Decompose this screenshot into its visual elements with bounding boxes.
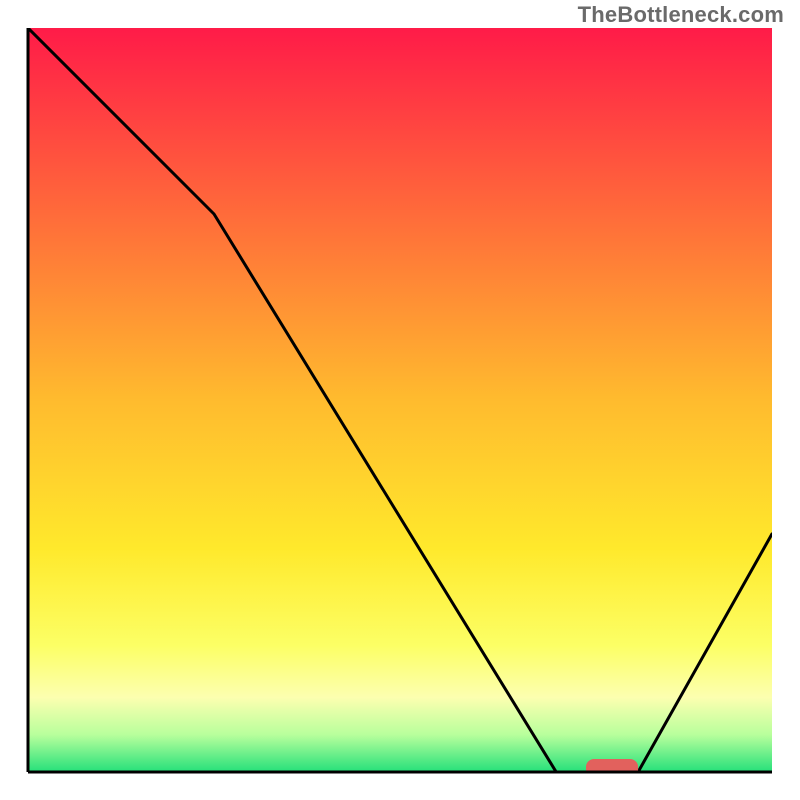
bottleneck-chart	[0, 0, 800, 800]
watermark-text: TheBottleneck.com	[578, 2, 784, 28]
chart-container: TheBottleneck.com	[0, 0, 800, 800]
optimal-range-marker	[586, 759, 638, 778]
